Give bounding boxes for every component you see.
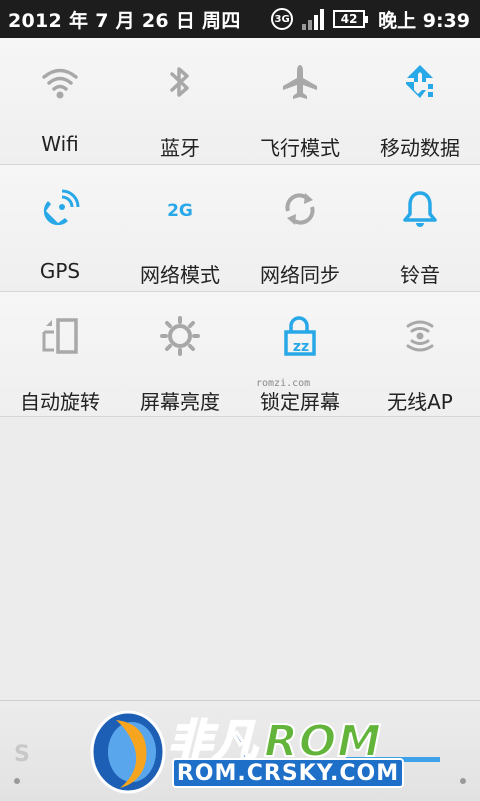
brightness-icon — [160, 316, 200, 356]
toggle-gps[interactable]: GPS — [0, 165, 120, 291]
toggle-label: 移动数据 — [380, 136, 460, 160]
airplane-icon — [280, 62, 320, 102]
toggle-label: 网络同步 — [260, 263, 340, 287]
toggle-brightness[interactable]: 屏幕亮度 — [120, 292, 240, 416]
sync-icon — [280, 189, 320, 229]
watermark-ghost-text: S — [14, 742, 32, 767]
toggle-label: 锁定屏幕 — [260, 390, 340, 414]
wireless-ap-icon — [400, 316, 440, 356]
toggle-row: 自动旋转 屏幕亮度 zz 锁定屏幕 无线AP — [0, 292, 480, 417]
toggle-label: 蓝牙 — [160, 136, 200, 160]
svg-text:2G: 2G — [167, 201, 193, 221]
handle-dot-left — [14, 778, 20, 784]
gps-satellite-icon — [40, 189, 80, 229]
toggle-ringtone[interactable]: 铃音 — [360, 165, 480, 291]
toggle-label: 铃音 — [400, 263, 440, 287]
svg-text:zz: zz — [293, 339, 309, 355]
toggle-label: 飞行模式 — [260, 136, 340, 160]
network-2g-icon: 2G — [160, 189, 200, 229]
toggle-wireless-ap[interactable]: 无线AP — [360, 292, 480, 416]
toggle-row: Wifi 蓝牙 飞行模式 移动数据 — [0, 38, 480, 165]
status-time: 晚上 9:39 — [378, 9, 470, 32]
status-indicators: 3G 42 晚上 9:39 — [271, 6, 470, 33]
toggle-network-mode[interactable]: 2G 网络模式 — [120, 165, 240, 291]
status-bar: 2012 年 7 月 26 日 周四 3G 42 晚上 9:39 — [0, 0, 480, 38]
signal-strength-icon — [302, 8, 325, 30]
toggle-wifi[interactable]: Wifi — [0, 38, 120, 164]
toggle-network-sync[interactable]: 网络同步 — [240, 165, 360, 291]
toggle-bluetooth[interactable]: 蓝牙 — [120, 38, 240, 164]
toggle-label: Wifi — [41, 132, 79, 156]
toggle-label: 无线AP — [387, 390, 453, 414]
toggle-label: GPS — [39, 259, 81, 283]
handle-dot-right — [460, 778, 466, 784]
toggle-label: 屏幕亮度 — [140, 390, 220, 414]
watermark-text: romzi.com — [256, 378, 311, 389]
toggle-label: 网络模式 — [140, 263, 220, 287]
wifi-icon — [40, 62, 80, 102]
watermark-url: ROM.CRSKY.COM — [172, 758, 404, 788]
battery-icon: 42 — [333, 10, 369, 28]
toggle-label: 自动旋转 — [20, 390, 100, 414]
toggle-mobile-data[interactable]: 移动数据 — [360, 38, 480, 164]
toggle-row: GPS 2G 网络模式 网络同步 铃音 — [0, 165, 480, 292]
network-3g-icon: 3G — [271, 8, 294, 30]
bell-icon — [400, 189, 440, 229]
status-date: 2012 年 7 月 26 日 周四 — [8, 9, 241, 32]
mobile-data-icon — [400, 62, 440, 102]
toggle-lock-screen[interactable]: zz 锁定屏幕 — [240, 292, 360, 416]
quick-settings-grid: Wifi 蓝牙 飞行模式 移动数据 GPS 2G 网络模式 网络同步 铃音 自动… — [0, 38, 480, 417]
lock-screen-icon: zz — [280, 316, 320, 356]
toggle-airplane-mode[interactable]: 飞行模式 — [240, 38, 360, 164]
bluetooth-icon — [160, 62, 200, 102]
toggle-auto-rotate[interactable]: 自动旋转 — [0, 292, 120, 416]
auto-rotate-icon — [40, 316, 80, 356]
